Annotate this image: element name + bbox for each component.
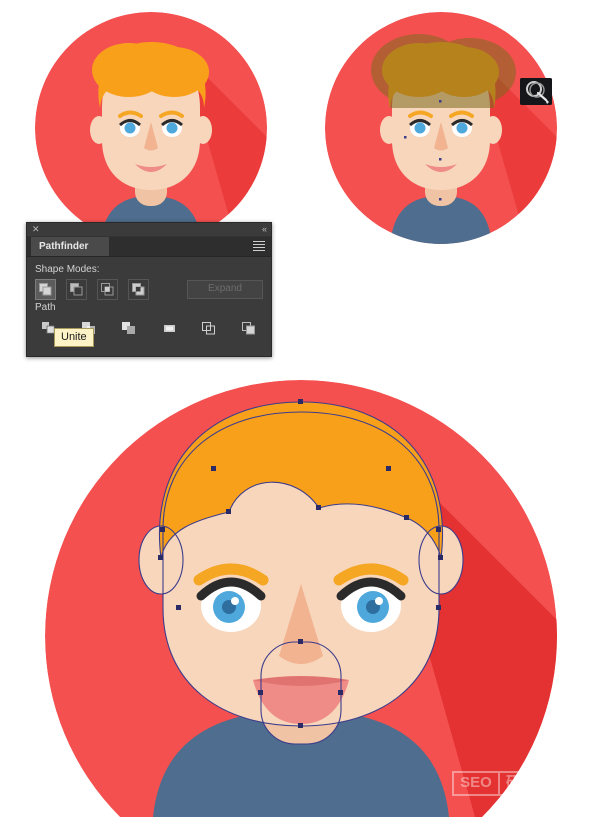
- panel-menu-icon[interactable]: [250, 241, 266, 252]
- watermark-seo-text: SEO: [452, 771, 500, 796]
- avatar-thumbnail-selected: [312, 12, 570, 244]
- tab-pathfinder[interactable]: Pathfinder: [31, 237, 109, 256]
- shape-mode-minus-front-button[interactable]: [66, 279, 87, 300]
- pathfinder-outline-button[interactable]: [199, 319, 219, 337]
- panel-tab-row[interactable]: Pathfinder: [27, 237, 271, 257]
- watermark-chinese-text: 研究协会网: [498, 771, 594, 796]
- pathfinder-unite-cursor-icon: [520, 78, 552, 105]
- avatar-thumbnail-before: [22, 12, 280, 244]
- shape-mode-exclude-button[interactable]: [128, 279, 149, 300]
- pathfinders-label: Path: [35, 302, 56, 313]
- close-icon[interactable]: ✕: [32, 224, 40, 235]
- selection-overlay: [371, 34, 516, 108]
- panel-body: Shape Modes: Expand Path Unite: [27, 257, 271, 347]
- watermark: SEO 研究协会网 www.seo-yanjiu.net: [452, 768, 594, 808]
- shape-modes-label: Shape Modes:: [35, 264, 100, 275]
- panel-titlebar[interactable]: ✕ «: [27, 223, 271, 237]
- unite-tooltip: Unite: [54, 328, 94, 347]
- shape-mode-unite-button[interactable]: [35, 279, 56, 300]
- shape-modes-row: Expand: [35, 279, 263, 300]
- pathfinder-crop-button[interactable]: [159, 319, 179, 337]
- avatar-large-with-paths: [45, 380, 557, 817]
- shape-mode-intersect-button[interactable]: [97, 279, 118, 300]
- collapse-icon[interactable]: «: [262, 224, 267, 235]
- pathfinder-panel[interactable]: ✕ « Pathfinder Shape Modes: Expand Path …: [26, 222, 272, 357]
- pathfinder-merge-button[interactable]: [119, 319, 139, 337]
- avatar-eye-left: [196, 577, 266, 632]
- canvas: ✕ « Pathfinder Shape Modes: Expand Path …: [0, 0, 600, 817]
- avatar-eye-right: [336, 577, 406, 632]
- watermark-url: www.seo-yanjiu.net: [500, 794, 570, 801]
- expand-button[interactable]: Expand: [187, 280, 263, 299]
- pathfinder-minus-back-button[interactable]: [239, 319, 259, 337]
